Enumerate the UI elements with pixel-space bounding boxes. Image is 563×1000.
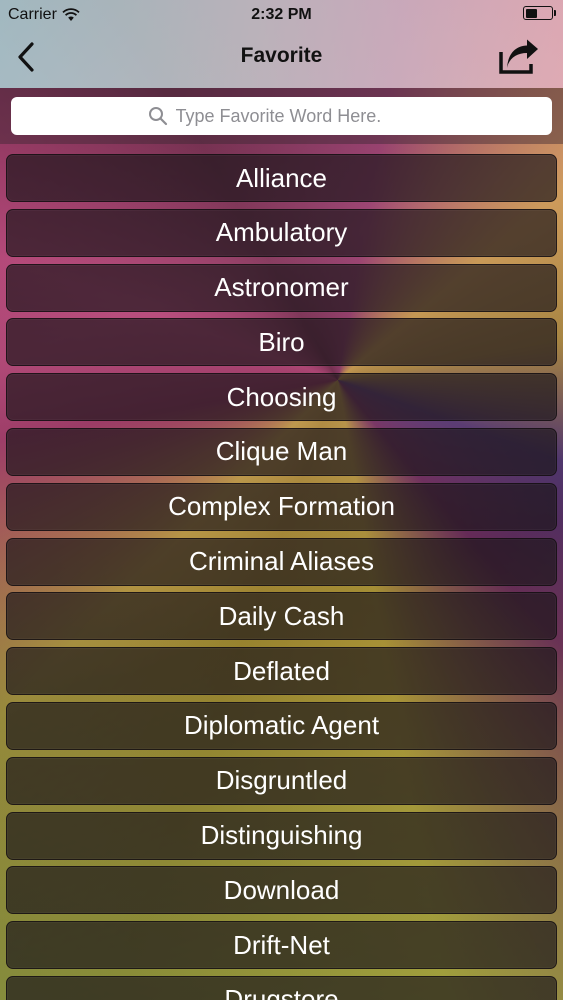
list-item[interactable]: Deflated — [6, 647, 557, 696]
list-item[interactable]: Download — [6, 866, 557, 915]
list-item[interactable]: Biro — [6, 318, 557, 367]
favorite-word-list: Alliance Ambulatory Astronomer Biro Choosing… — [6, 154, 557, 1000]
search-input[interactable] — [175, 105, 416, 127]
list-item[interactable]: Ambulatory — [6, 208, 557, 257]
page-title: Favorite — [240, 44, 323, 67]
list-item[interactable]: Daily Cash — [6, 592, 557, 641]
list-item[interactable]: Choosing — [6, 373, 557, 422]
search-field[interactable] — [11, 97, 552, 135]
list-item[interactable]: Distinguishing — [6, 811, 557, 860]
list-item[interactable]: Drugstore — [6, 975, 557, 1000]
status-bar: Carrier 2:32 PM — [0, 0, 563, 30]
status-time: 2:32 PM — [251, 6, 312, 23]
list-item[interactable]: Drift-Net — [6, 921, 557, 970]
list-item[interactable]: Criminal Aliases — [6, 537, 557, 586]
battery-icon — [523, 6, 556, 20]
navigation-bar: Carrier 2:32 PM Favorite — [0, 0, 563, 88]
list-item[interactable]: Clique Man — [6, 427, 557, 476]
list-item[interactable]: Astronomer — [6, 263, 557, 312]
list-item[interactable]: Complex Formation — [6, 482, 557, 531]
list-item[interactable]: Alliance — [6, 154, 557, 202]
search-icon — [148, 107, 167, 126]
search-bar — [0, 88, 563, 144]
share-icon — [499, 39, 538, 74]
share-button[interactable] — [497, 38, 541, 76]
status-right — [523, 6, 556, 20]
list-item[interactable]: Diplomatic Agent — [6, 701, 557, 750]
list-item[interactable]: Disgruntled — [6, 756, 557, 805]
